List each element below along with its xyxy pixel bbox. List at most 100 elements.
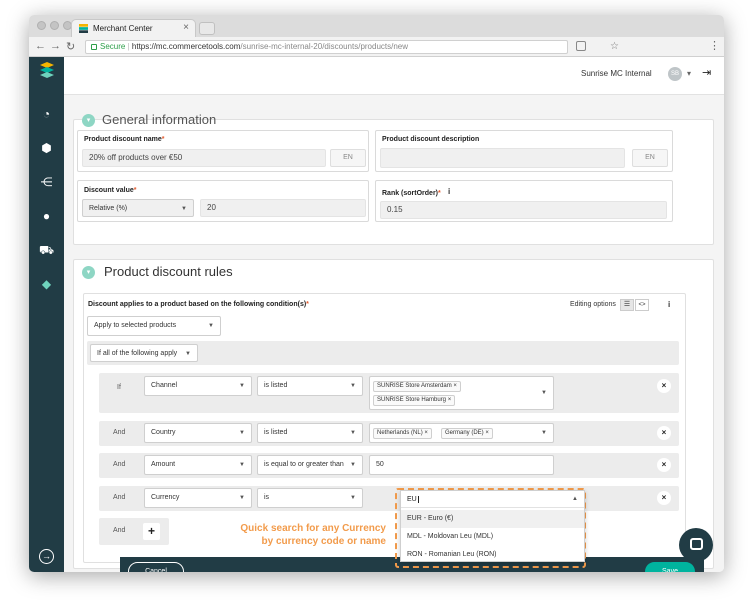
condition-group-select[interactable]: If all of the following apply ▼ — [90, 344, 198, 362]
description-language-button[interactable]: EN — [632, 149, 668, 167]
remove-condition-icon[interactable]: × — [657, 379, 671, 393]
editing-options-label: Editing options — [570, 301, 616, 308]
condition-field-text: Amount — [151, 461, 176, 468]
url-field[interactable]: Secure | https://mc.commercetools.com/su… — [85, 40, 619, 54]
caret-down-icon: ▼ — [208, 323, 214, 329]
close-tab-icon[interactable]: × — [183, 22, 189, 33]
dashboard-icon[interactable]: ◔ — [39, 107, 54, 122]
chevron-down-icon[interactable]: ▾ — [687, 69, 691, 78]
categories-tree-icon[interactable]: ⋲ — [39, 175, 54, 190]
remove-condition-icon[interactable]: × — [657, 458, 671, 472]
caret-down-icon: ▼ — [239, 462, 245, 468]
merchant-center-favicon-icon — [79, 24, 88, 33]
chevron-down-icon[interactable]: ▾ — [82, 114, 95, 127]
close-window-button[interactable] — [37, 21, 46, 30]
back-icon[interactable]: ← — [35, 40, 46, 52]
general-information-card: ▾ General information Product discount n… — [73, 112, 714, 245]
reload-icon[interactable]: ↻ — [66, 40, 75, 53]
product-discount-name-input[interactable]: 20% off products over €50 — [82, 149, 326, 167]
product-discount-description-input[interactable] — [380, 148, 625, 168]
apply-scope-select[interactable]: Apply to selected products ▼ — [87, 316, 221, 336]
condition-field-text: Country — [151, 429, 176, 436]
commercetools-logo-icon — [40, 62, 54, 78]
condition-operator-select[interactable]: is listed ▼ — [257, 376, 363, 396]
required-mark: * — [306, 301, 309, 308]
currency-dropdown[interactable]: EU ▲ EUR - Euro (€) MDL - Moldovan Leu (M… — [400, 490, 585, 562]
condition-operator-select[interactable]: is listed ▼ — [257, 423, 363, 443]
condition-field-select[interactable]: Country ▼ — [144, 423, 252, 443]
minimize-window-button[interactable] — [50, 21, 59, 30]
condition-operator-text: is equal to or greater than — [264, 461, 344, 468]
forward-icon[interactable]: → — [50, 40, 61, 52]
condition-operator-select[interactable]: is equal to or greater than ▼ — [257, 455, 363, 475]
country-tag: Netherlands (NL) × — [373, 428, 432, 439]
rank-input[interactable]: 0.15 — [380, 201, 667, 219]
conjunction-label: If — [117, 384, 121, 391]
remove-condition-icon[interactable]: × — [657, 426, 671, 440]
condition-row-country: And Country ▼ is listed ▼ Netherlands (NL)… — [99, 421, 679, 446]
secure-label: Secure — [100, 42, 126, 51]
project-switcher[interactable]: Sunrise MC Internal SB ▾ — [581, 66, 701, 84]
browser-window: Merchant Center × ← → ↻ Secure | https:/… — [29, 15, 724, 572]
remove-tag-icon[interactable]: × — [448, 397, 452, 403]
currency-option[interactable]: EUR - Euro (€) — [401, 510, 584, 528]
info-icon[interactable]: i — [448, 187, 450, 196]
discount-value-field-box: Discount value* Relative (%) ▼ 20 — [77, 180, 369, 222]
browser-tab[interactable]: Merchant Center × — [71, 19, 196, 37]
description-label: Product discount description — [382, 136, 480, 143]
code-editor-icon[interactable]: <> — [635, 299, 649, 311]
applies-label: Discount applies to a product based on t… — [88, 301, 309, 308]
caret-down-icon: ▼ — [350, 383, 356, 389]
conjunction-label: And — [113, 494, 126, 501]
caret-up-icon: ▲ — [572, 496, 578, 502]
name-field-box: Product discount name* 20% off products … — [77, 130, 369, 172]
condition-field-select[interactable]: Channel ▼ — [144, 376, 252, 396]
text-cursor — [417, 496, 419, 503]
remove-tag-icon[interactable]: × — [485, 430, 489, 436]
bookmark-star-icon[interactable]: ☆ — [610, 41, 619, 53]
product-discount-rules-title: Product discount rules — [104, 264, 233, 279]
discount-value-type-select[interactable]: Relative (%) ▼ — [82, 199, 194, 217]
url-path: /sunrise-mc-internal-20/discounts/produc… — [240, 42, 409, 51]
browser-menu-icon[interactable]: ⋮ — [709, 39, 720, 52]
add-condition-button[interactable]: + — [143, 523, 160, 540]
amount-input[interactable]: 50 — [369, 455, 554, 475]
customers-user-icon[interactable]: ● — [39, 209, 54, 224]
country-multiselect[interactable]: Netherlands (NL) × Germany (DE) × ▼ — [369, 423, 554, 443]
extension-icon[interactable] — [576, 41, 586, 51]
apply-scope-text: Apply to selected products — [94, 322, 177, 329]
condition-field-select[interactable]: Currency ▼ — [144, 488, 252, 508]
caret-down-icon: ▼ — [239, 430, 245, 436]
name-language-button[interactable]: EN — [330, 149, 366, 167]
condition-field-select[interactable]: Amount ▼ — [144, 455, 252, 475]
discounts-tag-icon[interactable]: ◆ — [39, 277, 54, 292]
save-button[interactable]: Save — [645, 562, 695, 572]
avatar[interactable]: SB — [668, 67, 682, 81]
currency-option[interactable]: RON - Romanian Leu (RON) — [401, 546, 584, 564]
orders-cart-icon[interactable]: ⛟ — [39, 243, 54, 258]
discount-value-input[interactable]: 20 — [200, 199, 366, 217]
remove-tag-icon[interactable]: × — [453, 383, 457, 389]
info-icon[interactable]: i — [668, 300, 670, 309]
caret-down-icon: ▼ — [350, 495, 356, 501]
channel-tag: SUNRISE Store Amsterdam × — [373, 381, 461, 392]
remove-condition-icon[interactable]: × — [657, 491, 671, 505]
caret-down-icon: ▼ — [239, 495, 245, 501]
support-chat-button[interactable] — [679, 528, 713, 562]
cancel-button[interactable]: Cancel — [128, 562, 184, 572]
chevron-down-icon[interactable]: ▾ — [82, 266, 95, 279]
new-tab-button[interactable] — [199, 22, 215, 35]
visual-editor-icon[interactable]: ☰ — [620, 299, 634, 311]
products-cube-icon[interactable]: ⬢ — [39, 141, 54, 156]
logout-icon[interactable]: ⇥ — [702, 66, 711, 79]
main-content: ▾ General information Product discount n… — [64, 95, 724, 572]
expand-sidebar-arrow-icon[interactable]: → — [39, 549, 54, 564]
remove-tag-icon[interactable]: × — [424, 430, 428, 436]
caret-down-icon: ▼ — [541, 390, 547, 396]
condition-operator-select[interactable]: is ▼ — [257, 488, 363, 508]
currency-search-input[interactable]: EU ▲ — [401, 491, 584, 508]
currency-option[interactable]: MDL - Moldovan Leu (MDL) — [401, 528, 584, 546]
url-base: https://mc.commercetools.com — [131, 42, 241, 51]
channel-multiselect[interactable]: SUNRISE Store Amsterdam × SUNRISE Store … — [369, 376, 554, 410]
applies-label-text: Discount applies to a product based on t… — [88, 301, 307, 308]
